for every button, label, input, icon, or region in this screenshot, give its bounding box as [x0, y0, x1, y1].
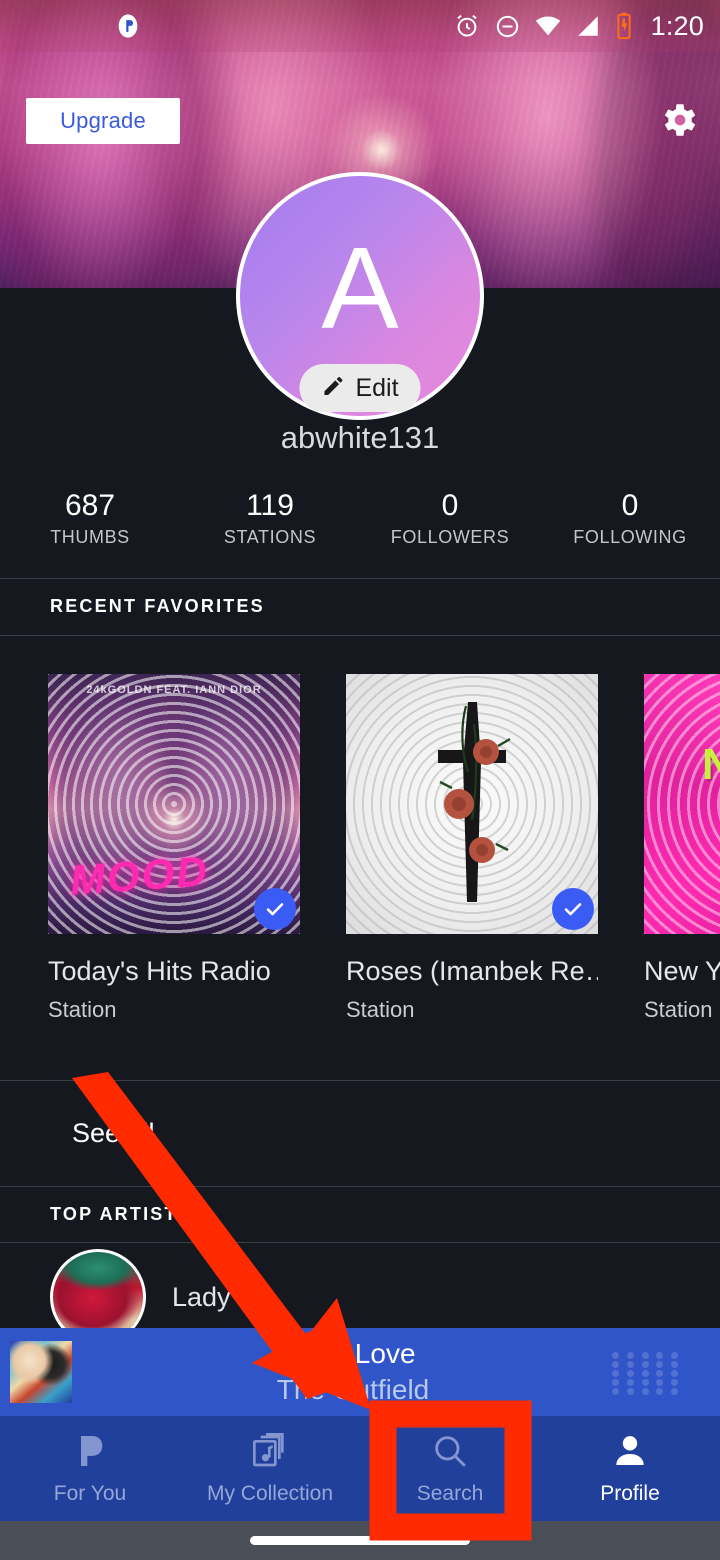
now-playing-artist: The Outfield: [276, 1374, 430, 1405]
settings-button[interactable]: [652, 96, 704, 148]
gesture-pill: [250, 1536, 470, 1545]
avatar-initial: A: [321, 223, 399, 353]
artwork-caption: MOOD: [68, 847, 211, 904]
stat-value: 0: [441, 489, 459, 522]
gear-icon: [656, 98, 700, 147]
do-not-disturb-icon: [494, 13, 521, 40]
upgrade-button-label: Upgrade: [60, 108, 146, 133]
now-playing-bar[interactable]: Your Love The Outfield: [0, 1328, 720, 1416]
station-title: New Yo: [644, 956, 720, 986]
pencil-icon: [321, 374, 345, 403]
artwork-credit: 24kGOLDN FEAT. IANN DIOR: [86, 684, 262, 696]
app-screen: 1:20 Upgrade A Edit abwhite131 687 THUMB…: [0, 0, 720, 1560]
upgrade-button[interactable]: Upgrade: [26, 98, 180, 144]
station-subtitle: Station: [644, 997, 713, 1022]
bottom-navigation: For You My Collection Search Profile: [0, 1416, 720, 1521]
stat-label: FOLLOWERS: [390, 527, 510, 547]
stat-value: 687: [64, 489, 116, 522]
now-playing-album-art: [10, 1341, 72, 1403]
stat-following[interactable]: 0 FOLLOWING: [540, 488, 720, 550]
artwork-cross-graphic: [412, 694, 532, 914]
nav-tab-search[interactable]: Search: [360, 1416, 540, 1521]
status-bar: 1:20: [0, 0, 720, 52]
cellular-signal-icon: [575, 13, 601, 39]
nav-tab-label: For You: [53, 1482, 127, 1505]
verified-check-icon: [254, 888, 296, 930]
system-gesture-bar: [0, 1521, 720, 1560]
edit-avatar-label: Edit: [355, 373, 399, 402]
artist-name: Lady G: [172, 1281, 260, 1312]
stat-label: STATIONS: [223, 527, 317, 547]
stat-value: 119: [246, 489, 294, 522]
wifi-icon: [534, 12, 562, 40]
station-subtitle: Station: [48, 997, 117, 1022]
now-playing-track: Your Love: [290, 1338, 416, 1369]
edit-avatar-button[interactable]: Edit: [299, 364, 421, 412]
alarm-icon: [453, 12, 481, 40]
stat-stations[interactable]: 119 STATIONS: [180, 488, 360, 550]
station-artwork: 24kGOLDN FEAT. IANN DIOR MOOD: [48, 674, 300, 934]
section-recent-favorites-title: RECENT FAVORITES: [50, 596, 265, 616]
nav-tab-for-you[interactable]: For You: [0, 1416, 180, 1521]
nav-tab-label: Profile: [600, 1482, 660, 1505]
station-artwork: NYP: [644, 674, 720, 934]
profile-avatar-group[interactable]: A Edit: [236, 172, 484, 420]
stat-thumbs[interactable]: 687 THUMBS: [0, 488, 180, 550]
collection-music-icon: [250, 1431, 290, 1476]
stat-label: FOLLOWING: [573, 527, 687, 547]
station-card[interactable]: Roses (Imanbek Re… Station: [346, 674, 598, 1023]
nav-tab-profile[interactable]: Profile: [540, 1416, 720, 1521]
nav-tab-label: My Collection: [206, 1482, 334, 1505]
profile-username: abwhite131: [280, 420, 440, 455]
nav-tab-my-collection[interactable]: My Collection: [180, 1416, 360, 1521]
status-bar-clock: 1:20: [650, 10, 704, 41]
section-top-artists-title: TOP ARTISTS: [50, 1204, 192, 1224]
recent-favorites-carousel[interactable]: 24kGOLDN FEAT. IANN DIOR MOOD Today's Hi…: [0, 636, 720, 1072]
dot-grid-icon[interactable]: [612, 1352, 684, 1395]
pandora-notification-icon: [114, 12, 142, 40]
station-card[interactable]: NYP New Yo Station: [644, 674, 720, 1023]
stat-value: 0: [621, 489, 639, 522]
person-icon: [610, 1431, 650, 1476]
stat-label: THUMBS: [50, 527, 130, 547]
profile-stats: 687 THUMBS 119 STATIONS 0 FOLLOWERS 0 FO…: [0, 488, 720, 550]
search-icon: [430, 1431, 470, 1476]
nav-tab-label: Search: [416, 1482, 484, 1505]
station-card[interactable]: 24kGOLDN FEAT. IANN DIOR MOOD Today's Hi…: [48, 674, 300, 1023]
see-all-link[interactable]: See all: [0, 1080, 720, 1186]
station-subtitle: Station: [346, 997, 415, 1022]
battery-charging-icon: [614, 12, 634, 40]
pandora-p-icon: [70, 1431, 110, 1476]
verified-check-icon: [552, 888, 594, 930]
station-title: Roses (Imanbek Re…: [346, 956, 598, 986]
artwork-caption: NYP: [702, 740, 720, 789]
stat-followers[interactable]: 0 FOLLOWERS: [360, 488, 540, 550]
station-artwork: [346, 674, 598, 934]
station-title: Today's Hits Radio: [48, 956, 271, 986]
